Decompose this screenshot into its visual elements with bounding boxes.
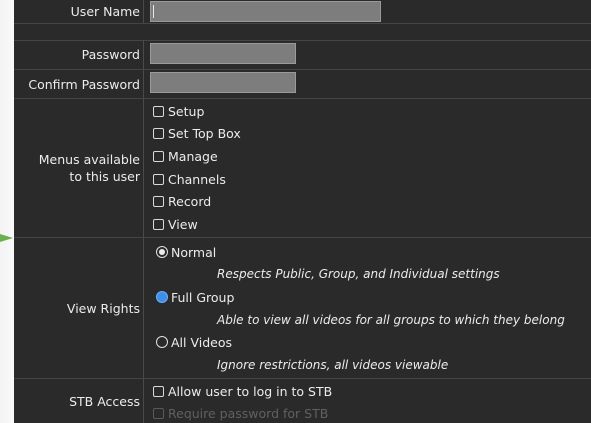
- green-arrow-icon: [0, 234, 13, 242]
- left-gutter: [0, 0, 14, 423]
- menu-checkbox-view[interactable]: View: [153, 215, 198, 233]
- user-form-panel: User Name Password Confirm Password Menu…: [14, 0, 591, 423]
- radio-focused-icon: [156, 291, 168, 303]
- menus-label: Menus available to this user: [14, 99, 144, 237]
- password-input[interactable]: [150, 43, 296, 64]
- checkbox-icon: [153, 127, 164, 139]
- username-label: User Name: [14, 0, 144, 23]
- password-row: Password: [14, 40, 591, 70]
- checkbox-icon: [153, 150, 164, 162]
- view-rights-label: View Rights: [14, 238, 144, 378]
- confirm-password-label: Confirm Password: [14, 70, 144, 98]
- menus-row: Menus available to this user Setup Set To…: [14, 99, 591, 238]
- view-rights-row: View Rights Normal Respects Public, Grou…: [14, 238, 591, 379]
- text-caret: [153, 5, 154, 18]
- radio-full-group-description: Able to view all videos for all groups t…: [217, 313, 565, 327]
- radio-full-group[interactable]: Full Group: [156, 288, 234, 306]
- radio-normal[interactable]: Normal: [156, 243, 216, 261]
- checkbox-icon: [153, 105, 164, 117]
- radio-empty-icon: [156, 336, 168, 348]
- confirm-password-row: Confirm Password: [14, 70, 591, 99]
- password-label: Password: [14, 40, 144, 69]
- menu-checkbox-channels[interactable]: Channels: [153, 170, 226, 188]
- stb-require-password-checkbox: Require password for STB: [153, 404, 328, 422]
- menu-checkbox-set-top-box[interactable]: Set Top Box: [153, 124, 241, 142]
- radio-selected-icon: [156, 246, 168, 258]
- checkbox-icon: [153, 407, 164, 419]
- confirm-password-input[interactable]: [150, 72, 296, 93]
- menu-checkbox-manage[interactable]: Manage: [153, 147, 218, 165]
- radio-all-videos-description: Ignore restrictions, all videos viewable: [217, 358, 449, 372]
- checkbox-icon: [153, 195, 164, 207]
- stb-access-row: STB Access Allow user to log in to STB R…: [14, 379, 591, 423]
- checkbox-icon: [153, 385, 164, 397]
- username-input[interactable]: [150, 1, 381, 22]
- stb-allow-login-checkbox[interactable]: Allow user to log in to STB: [153, 382, 332, 400]
- stb-access-label: STB Access: [14, 379, 144, 423]
- menu-checkbox-setup[interactable]: Setup: [153, 102, 204, 120]
- username-row: User Name: [14, 0, 591, 24]
- checkbox-icon: [153, 173, 164, 185]
- checkbox-icon: [153, 218, 164, 230]
- radio-all-videos[interactable]: All Videos: [156, 333, 232, 351]
- menu-checkbox-record[interactable]: Record: [153, 192, 211, 210]
- radio-normal-description: Respects Public, Group, and Individual s…: [217, 267, 500, 281]
